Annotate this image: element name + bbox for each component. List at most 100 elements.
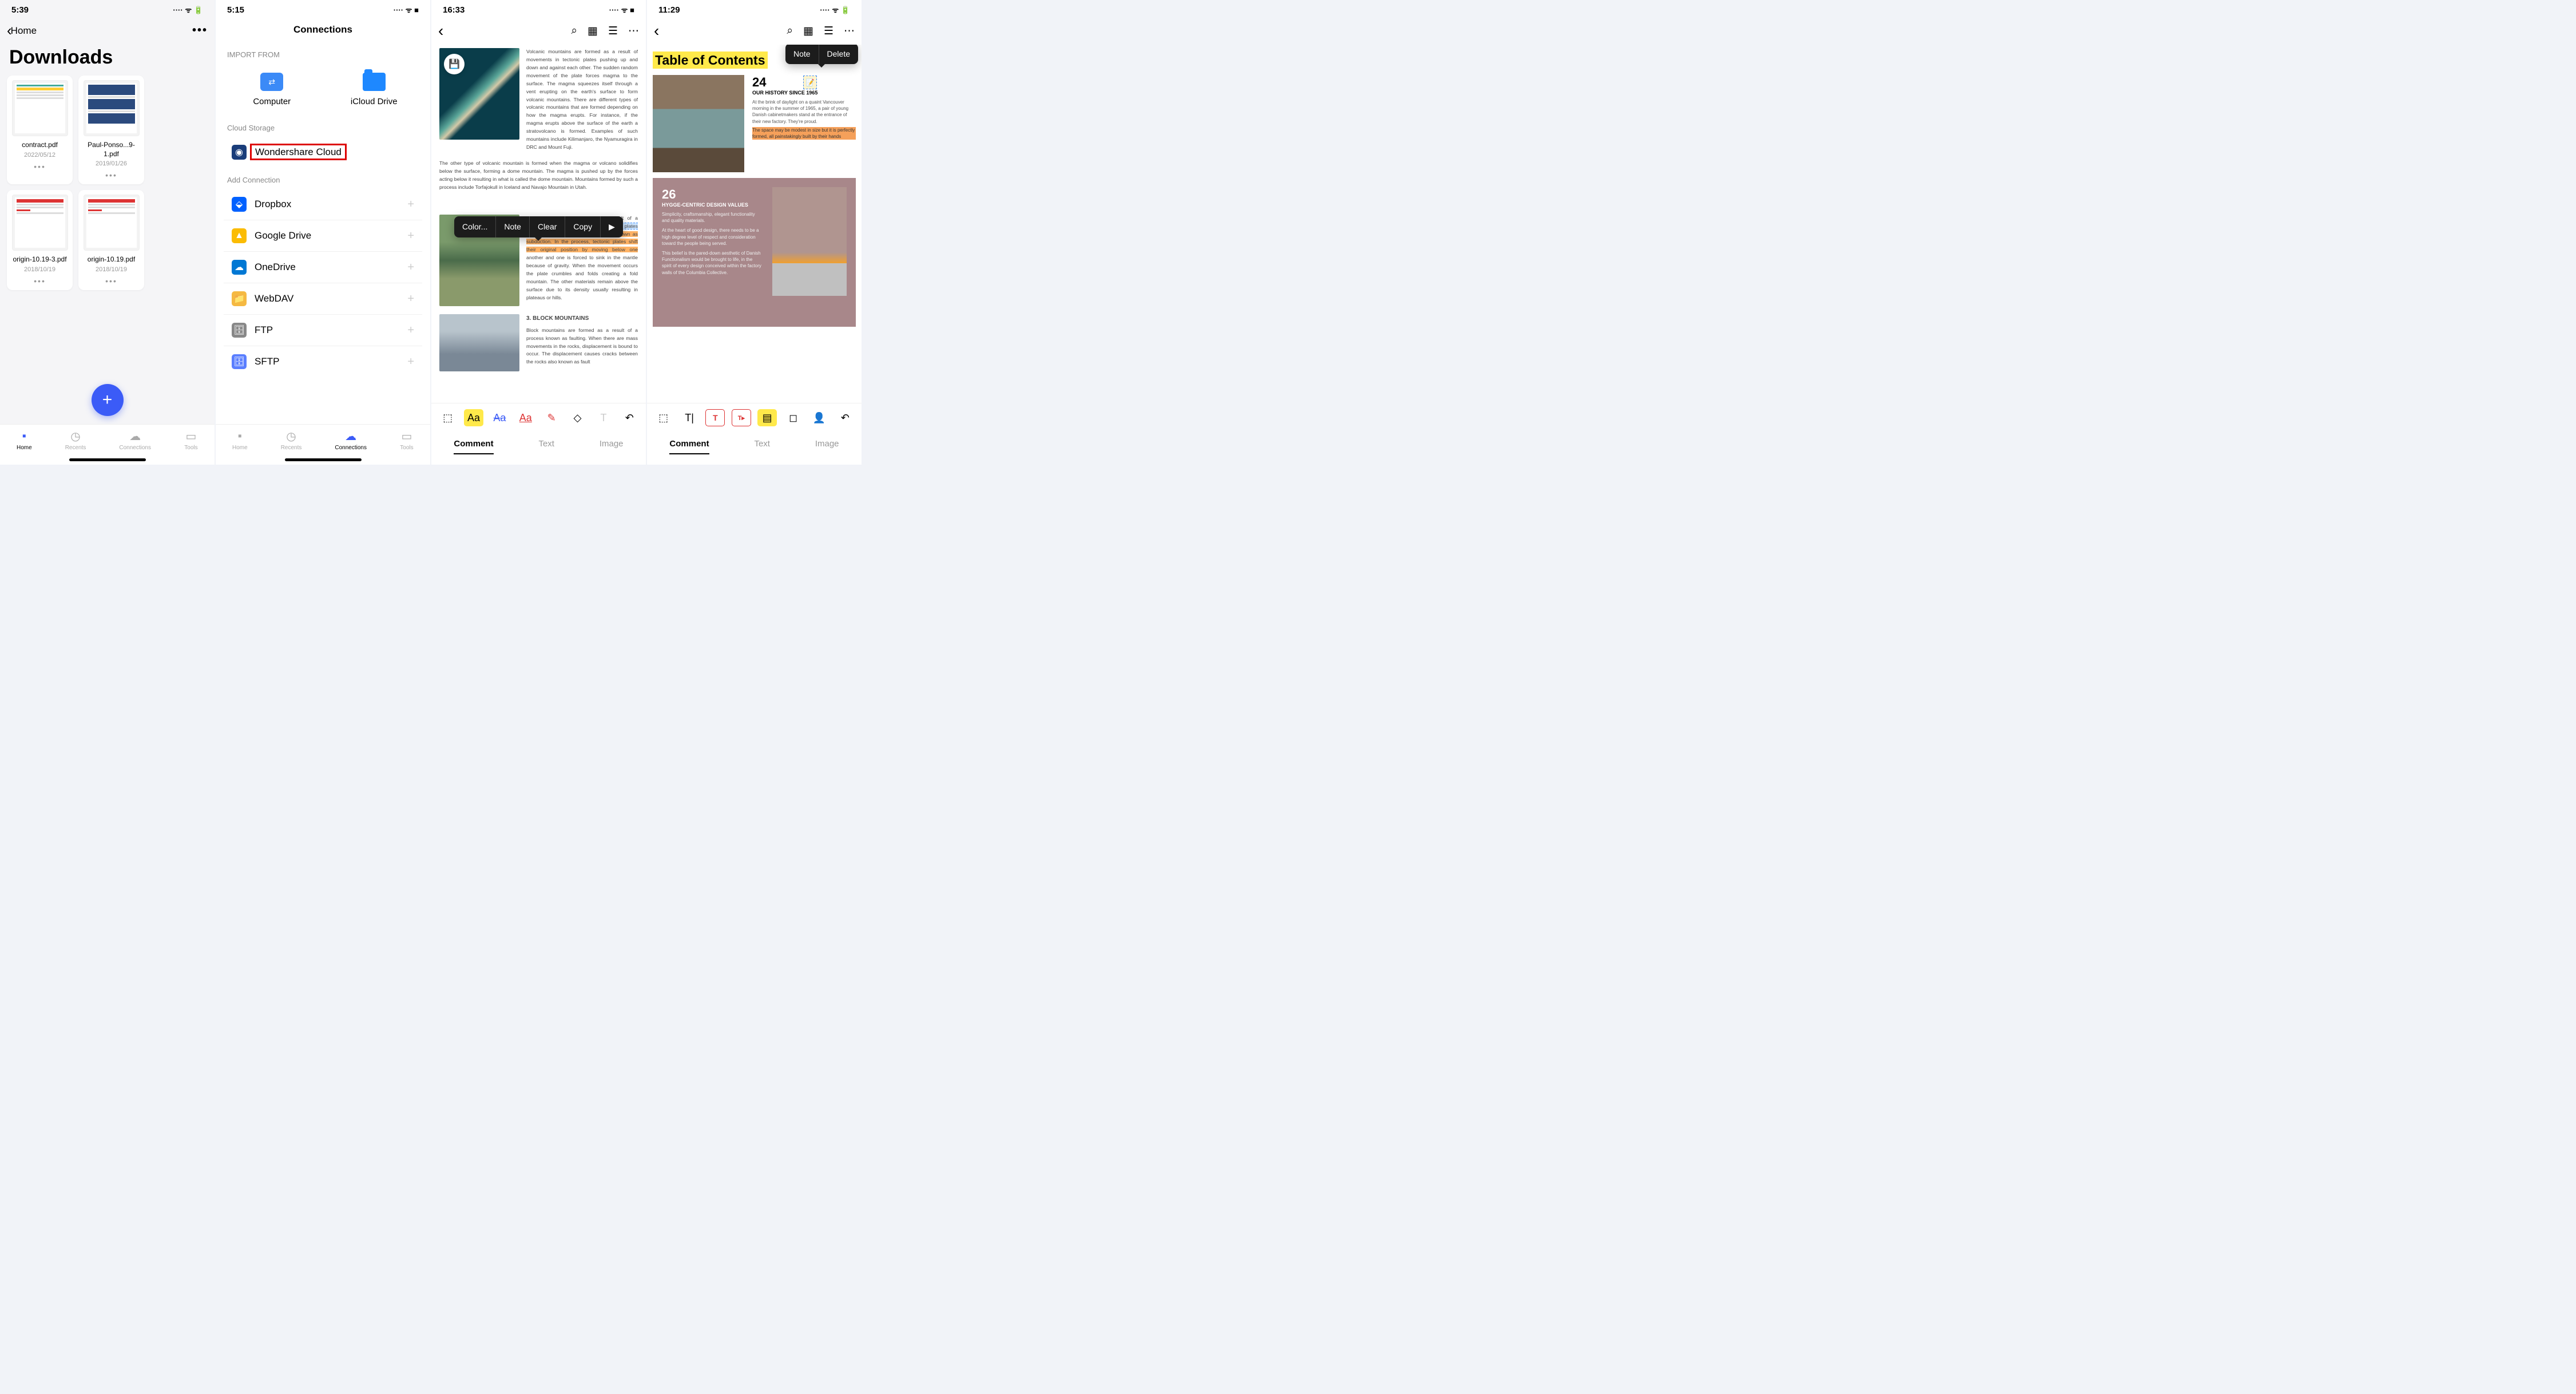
menu-note[interactable]: Note [496,216,530,237]
document-text: The other type of volcanic mountain is f… [439,160,638,192]
menu-color[interactable]: Color... [454,216,496,237]
document-body[interactable]: Note Delete Table of Contents 📝 24 OUR H… [647,45,862,403]
back-button[interactable]: ‹ [438,22,443,40]
menu-note[interactable]: Note [785,45,819,64]
connection-google-drive[interactable]: ▲Google Drive+ [224,220,422,252]
menu-more[interactable]: ▶ [601,216,623,237]
connection-onedrive[interactable]: ☁OneDrive+ [224,252,422,283]
tab-tools[interactable]: ▭Tools [184,429,198,451]
callout-tool[interactable]: T▸ [732,409,751,426]
strikethrough-tool[interactable]: Aa [490,409,509,426]
nav-bar: Connections [216,17,430,42]
pen-tool[interactable]: ✎ [542,409,561,426]
service-label: FTP [255,324,407,336]
grid-icon[interactable]: ▦ [588,25,598,38]
cloud-icon: ☁ [128,429,142,443]
undo-button[interactable]: ↶ [620,409,639,426]
back-button[interactable]: ‹ [654,22,659,40]
service-label: Dropbox [255,199,407,210]
list-icon[interactable]: ☰ [824,25,833,38]
grid-icon[interactable]: ▦ [803,25,813,38]
list-icon[interactable]: ☰ [608,25,618,38]
import-icloud[interactable]: iCloud Drive [326,64,423,116]
add-icon[interactable]: + [407,261,414,274]
mode-image[interactable]: Image [815,439,839,454]
wondershare-cloud-item[interactable]: ◉ Wondershare Cloud [224,137,422,168]
add-icon[interactable]: + [407,324,414,337]
add-button[interactable]: + [92,384,124,416]
add-icon[interactable]: + [407,229,414,243]
home-icon: ▪ [233,429,247,443]
nav-bar: ‹Home ••• [0,17,215,44]
home-indicator[interactable] [69,458,146,461]
file-thumbnail [12,195,68,251]
status-bar: 5:39 ···· ᯤ 🔋 [0,0,215,17]
connection-webdav[interactable]: 📁WebDAV+ [224,283,422,315]
select-tool[interactable]: ⬚ [654,409,673,426]
file-date: 2018/10/19 [96,266,127,273]
file-more-button[interactable]: ••• [105,276,117,286]
tab-tools[interactable]: ▭Tools [400,429,414,451]
file-thumbnail [12,80,68,136]
import-computer[interactable]: Computer [224,64,320,116]
connection-dropbox[interactable]: ⬙Dropbox+ [224,189,422,220]
underline-tool[interactable]: Aa [516,409,535,426]
eraser-tool[interactable]: ◇ [568,409,588,426]
file-more-button[interactable]: ••• [34,276,46,286]
tab-connections[interactable]: ☁Connections [335,429,367,451]
file-more-button[interactable]: ••• [105,171,117,180]
textbox-tool[interactable]: T [705,409,725,426]
add-icon[interactable]: + [407,355,414,369]
add-icon[interactable]: + [407,198,414,211]
note-annotation-icon[interactable]: 📝 [803,76,817,89]
note-tool[interactable]: ▤ [757,409,777,426]
file-card[interactable]: origin-10.19-3.pdf 2018/10/19 ••• [7,190,73,290]
mode-comment[interactable]: Comment [669,439,709,454]
home-indicator[interactable] [285,458,362,461]
back-button[interactable]: ‹Home [7,22,37,39]
status-bar: 16:33 ···· ᯤ ■ [431,0,646,17]
file-more-button[interactable]: ••• [34,162,46,171]
search-icon[interactable]: ⌕ [571,25,577,37]
tab-recents[interactable]: ◷Recents [281,429,302,451]
tab-home[interactable]: ▪Home [17,429,32,451]
home-icon: ▪ [17,429,31,443]
menu-clear[interactable]: Clear [530,216,565,237]
menu-delete[interactable]: Delete [819,45,858,64]
context-menu: Color... Note Clear Copy ▶ [454,216,623,237]
search-icon[interactable]: ⌕ [787,25,793,37]
connection-ftp[interactable]: 🗄FTP+ [224,315,422,346]
menu-copy[interactable]: Copy [565,216,601,237]
more-icon[interactable]: ⋯ [844,25,855,38]
save-icon[interactable]: 💾 [444,54,465,74]
file-card[interactable]: origin-10.19.pdf 2018/10/19 ••• [78,190,144,290]
tab-home[interactable]: ▪Home [232,429,248,451]
mode-comment[interactable]: Comment [454,439,493,454]
text-highlight[interactable]: The space may be modest in size but it i… [752,127,856,140]
more-button[interactable]: ••• [192,24,208,37]
add-icon[interactable]: + [407,292,414,306]
text-tool[interactable]: T [594,409,613,426]
shape-tool[interactable]: ◻ [784,409,803,426]
mode-text[interactable]: Text [538,439,554,454]
file-thumbnail [84,80,140,136]
status-bar: 11:29 ···· ᯤ 🔋 [647,0,862,17]
time: 5:15 [227,5,244,15]
highlight-tool[interactable]: Aa [464,409,483,426]
folder-icon [363,73,386,91]
stamp-tool[interactable]: 👤 [809,409,829,426]
text-cursor-tool[interactable]: T| [680,409,699,426]
section-number: 26 [662,187,763,202]
time: 11:29 [658,5,680,15]
undo-button[interactable]: ↶ [835,409,855,426]
select-tool[interactable]: ⬚ [438,409,458,426]
file-card[interactable]: Paul-Ponso...9-1.pdf 2019/01/26 ••• [78,76,144,184]
more-icon[interactable]: ⋯ [628,25,639,38]
mode-image[interactable]: Image [600,439,624,454]
mode-text[interactable]: Text [754,439,770,454]
connection-sftp[interactable]: 🗄SFTP+ [224,346,422,377]
document-body[interactable]: 💾 Volcanic mountains are formed as a res… [431,45,646,403]
tab-recents[interactable]: ◷Recents [65,429,86,451]
file-card[interactable]: contract.pdf 2022/05/12 ••• [7,76,73,184]
tab-connections[interactable]: ☁Connections [119,429,151,451]
